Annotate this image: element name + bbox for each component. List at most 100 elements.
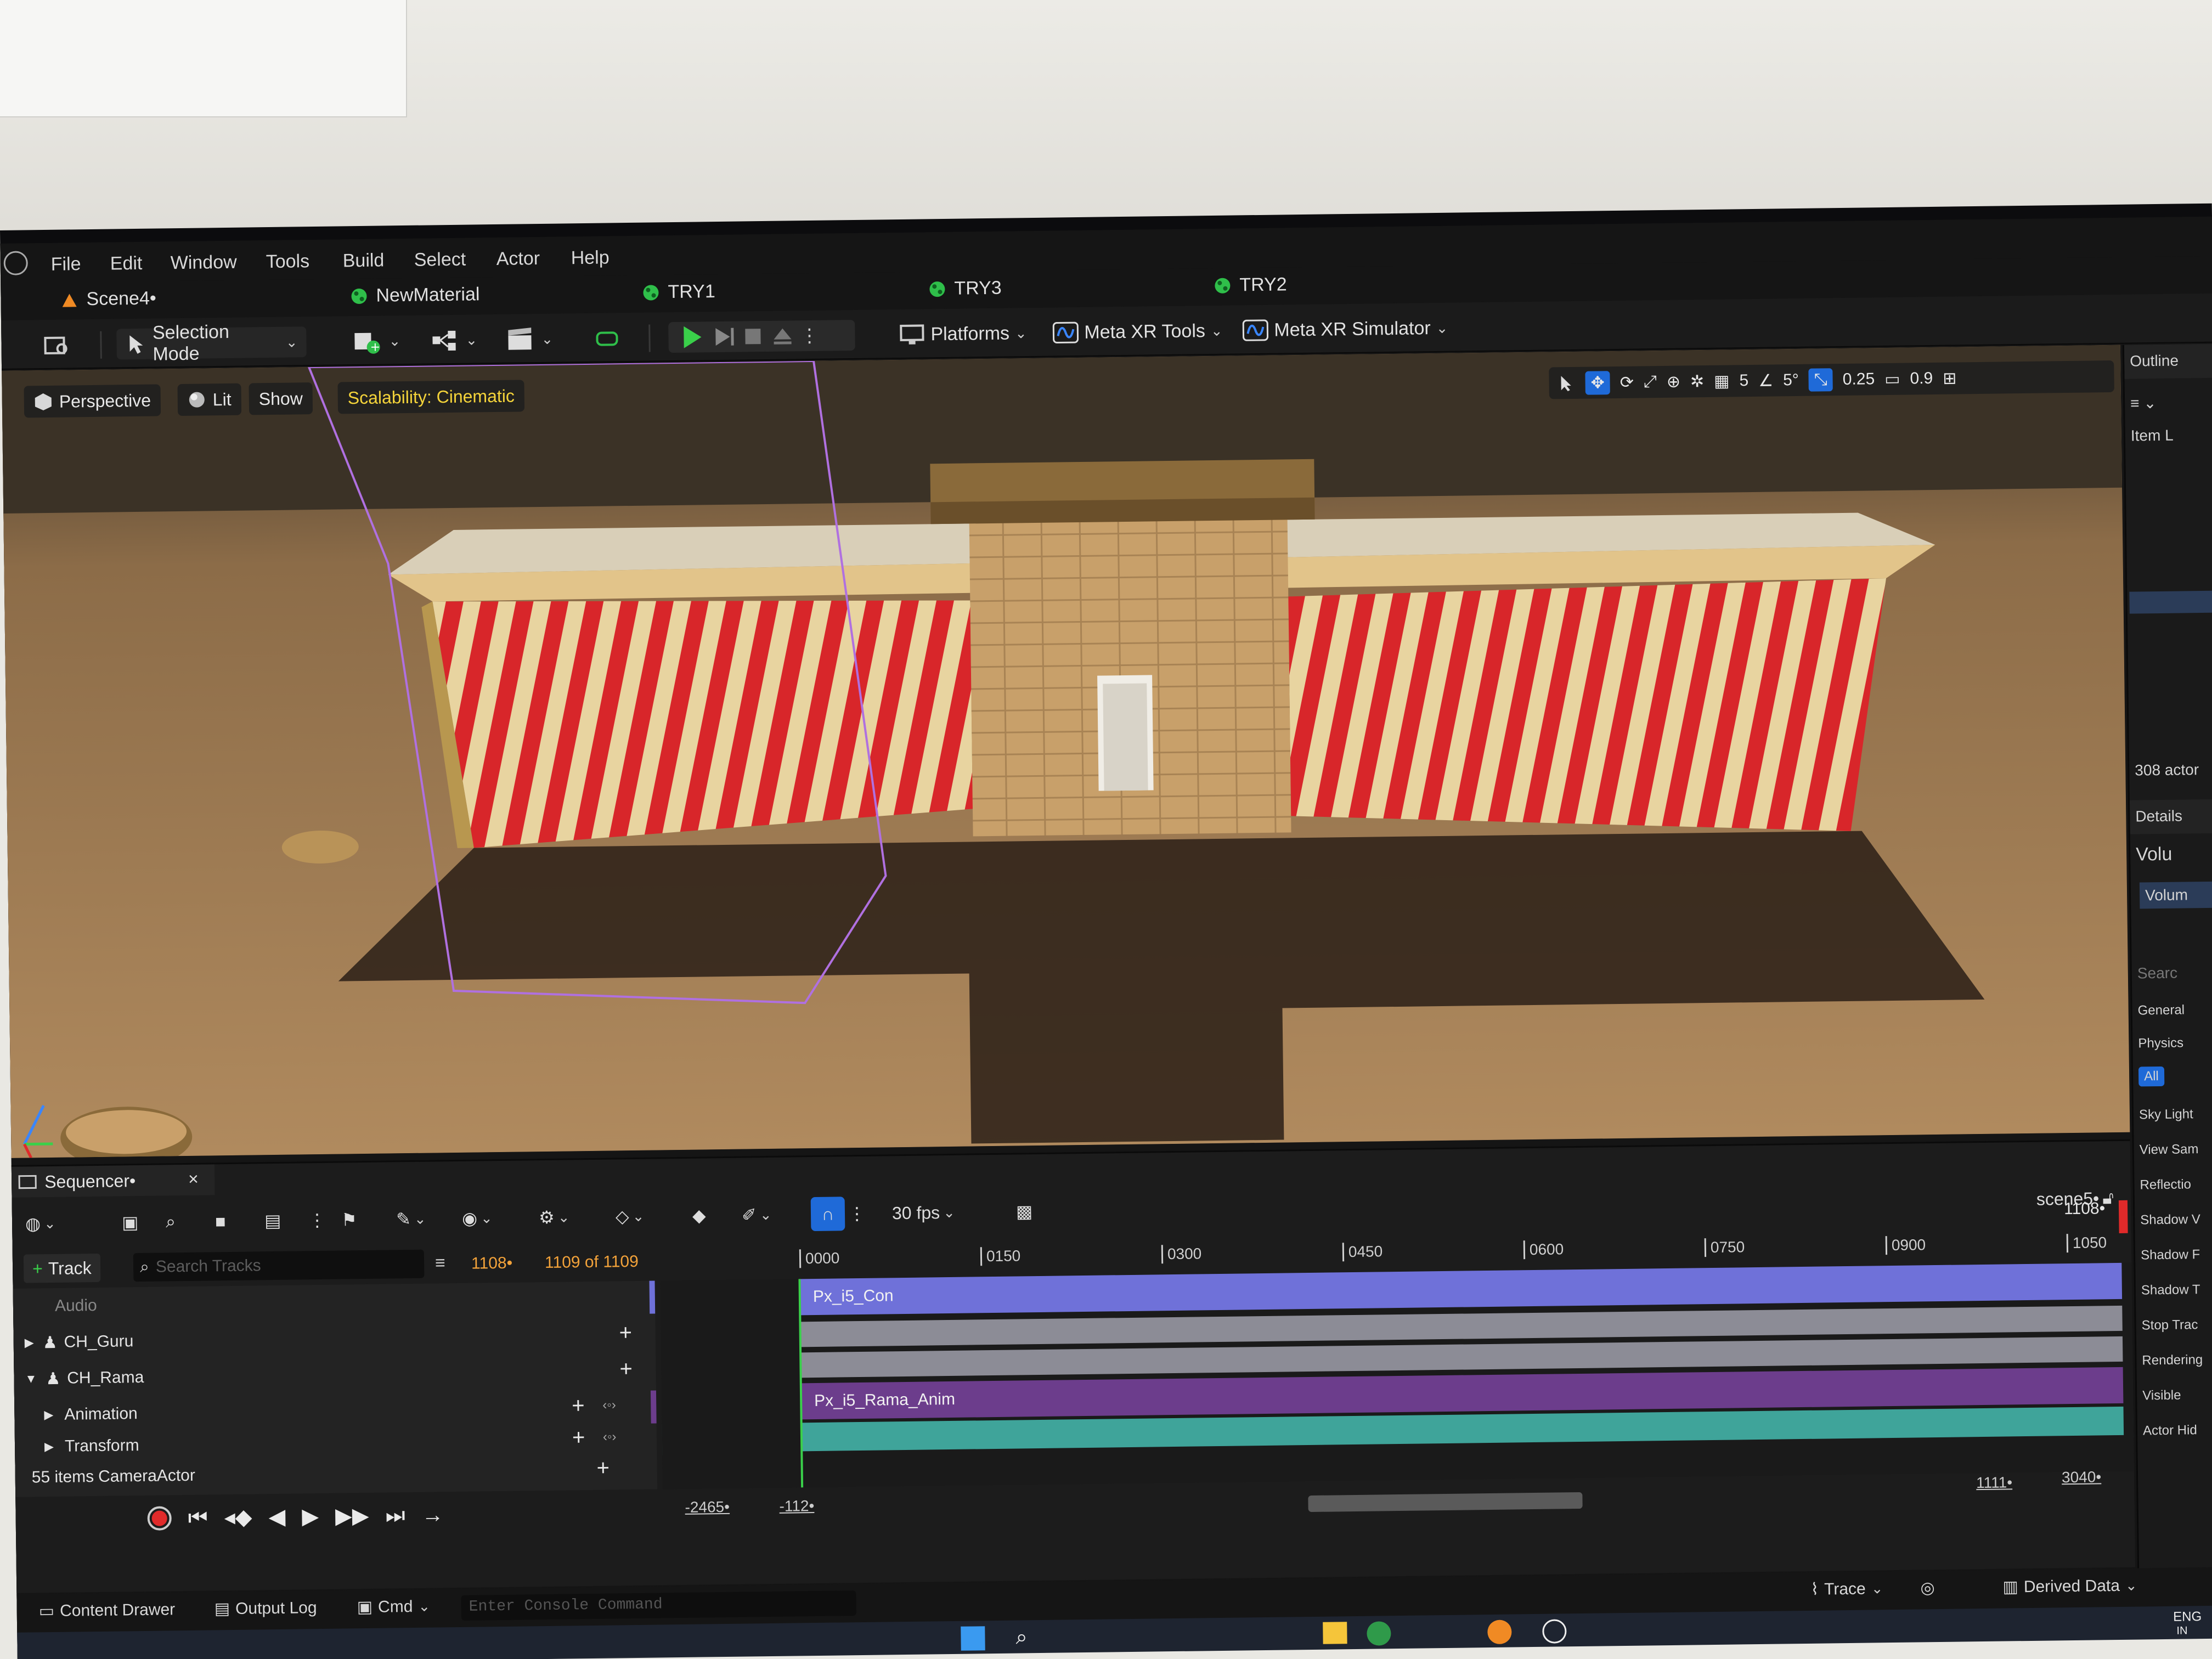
add-plus-icon[interactable]: + — [596, 1456, 610, 1481]
play-icon[interactable]: ▶ — [302, 1504, 319, 1529]
filter-icon[interactable]: ≡ ⌄ — [2130, 394, 2157, 413]
menu-help[interactable]: Help — [571, 247, 609, 269]
menu-window[interactable]: Window — [171, 252, 237, 274]
camera-speed-icon[interactable]: ▭ — [1884, 369, 1900, 388]
output-log-button[interactable]: ▤ Output Log — [215, 1598, 317, 1618]
scale-snap-icon[interactable]: ⤡ — [1808, 368, 1833, 392]
menu-file[interactable]: File — [51, 253, 81, 275]
filter-icon[interactable]: ≡ — [435, 1252, 445, 1273]
menu-tools[interactable]: Tools — [266, 251, 310, 273]
tools-dropdown[interactable]: ✎ ⌄ — [396, 1204, 426, 1235]
add-plus-icon[interactable]: + — [572, 1425, 585, 1450]
working-range-end[interactable]: 1111• — [1976, 1474, 2012, 1492]
expand-arrow-icon[interactable]: ▶ — [44, 1440, 54, 1454]
rotate-icon[interactable]: ⟳ — [1620, 373, 1634, 392]
save-button[interactable]: ▣ — [122, 1207, 139, 1238]
sequencer-tab[interactable]: Sequencer• — [11, 1164, 215, 1198]
platforms-dropdown[interactable]: Platforms ⌄ — [899, 318, 1027, 350]
render-button[interactable]: ■ — [215, 1206, 226, 1237]
viewport-perspective-button[interactable]: Perspective — [24, 384, 161, 418]
cmd-dropdown[interactable]: ▣ Cmd ⌄ — [357, 1597, 431, 1617]
details-title[interactable]: Details — [2135, 807, 2182, 825]
step-forward-icon[interactable]: ▶▶ — [335, 1503, 369, 1529]
add-track-button[interactable]: + Track — [23, 1253, 100, 1283]
previous-key-icon[interactable]: ◂◆ — [224, 1505, 252, 1531]
blender-icon[interactable] — [1487, 1620, 1512, 1645]
selection-mode-dropdown[interactable]: Selection Mode ⌄ — [116, 321, 307, 365]
curve-editor-button[interactable]: ▩ — [1016, 1196, 1033, 1227]
timeline-scrollbar[interactable] — [1308, 1492, 1583, 1513]
tab-scene4[interactable]: Scene4• — [60, 288, 156, 311]
snap-toggle[interactable]: ∩ ⋮ — [810, 1197, 866, 1232]
tab-try1[interactable]: TRY1 — [641, 281, 715, 303]
details-search-input[interactable]: Searc — [2137, 964, 2178, 983]
level-viewport[interactable]: Perspective Lit Show Scalability: Cinema… — [2, 345, 2130, 1158]
content-drawer-button[interactable]: ▭ Content Drawer — [39, 1600, 176, 1621]
track-row-camera[interactable]: 55 items CameraActor — [15, 1452, 657, 1496]
viewport-show-button[interactable]: Show — [249, 382, 313, 415]
select-cursor-icon[interactable] — [1556, 374, 1575, 392]
auto-key-button[interactable]: ◆ — [692, 1200, 706, 1231]
viewport-layout-icon[interactable]: ⊞ — [1943, 369, 1957, 388]
filter-all[interactable]: All — [2138, 1066, 2165, 1087]
chrome-icon[interactable] — [1367, 1621, 1391, 1646]
current-frame-field[interactable]: 1108• — [471, 1254, 512, 1273]
advance-frame-icon[interactable] — [711, 325, 736, 349]
start-icon[interactable] — [961, 1626, 985, 1651]
blueprints-button[interactable]: ⌄ — [430, 324, 477, 356]
cinematics-button[interactable]: ⌄ — [506, 324, 553, 355]
key-nav-icon[interactable]: ‹◦› — [603, 1429, 617, 1444]
details-component-row[interactable]: Volum — [2139, 881, 2212, 909]
grid-snap-value[interactable]: 5 — [1739, 371, 1748, 390]
surface-snap-icon[interactable]: ✲ — [1690, 372, 1705, 391]
expand-arrow-icon[interactable]: ▶ — [25, 1335, 34, 1350]
derived-data-dropdown[interactable]: ▥ Derived Data ⌄ — [2002, 1576, 2137, 1597]
add-plus-icon[interactable]: + — [619, 1321, 632, 1345]
menu-actor[interactable]: Actor — [496, 248, 540, 270]
key-nav-icon[interactable]: ‹◦› — [602, 1397, 616, 1413]
actor-to-sequencer-button[interactable]: ⚑ — [341, 1204, 357, 1235]
add-plus-icon[interactable]: + — [572, 1393, 585, 1418]
key-dropdown[interactable]: ◇ ⌄ — [616, 1201, 645, 1232]
filter-general[interactable]: General — [2137, 1002, 2185, 1018]
expand-arrow-icon[interactable]: ▶ — [44, 1408, 53, 1422]
jump-to-start-icon[interactable]: ⏮ — [188, 1505, 208, 1530]
viewport-lit-button[interactable]: Lit — [177, 383, 241, 416]
eject-icon[interactable] — [770, 324, 795, 348]
meta-xr-simulator-dropdown[interactable]: Meta XR Simulator ⌄ — [1242, 313, 1448, 346]
search-tracks-input[interactable]: ⌕ Search Tracks — [133, 1249, 425, 1282]
meta-xr-tools-dropdown[interactable]: Meta XR Tools ⌄ — [1052, 315, 1223, 348]
translate-icon[interactable]: ✥ — [1585, 370, 1611, 395]
find-button[interactable]: ⌕ — [166, 1206, 176, 1237]
edit-mode-dropdown[interactable]: ✐ ⌄ — [742, 1199, 772, 1231]
mode-button[interactable] — [594, 323, 620, 354]
record-button[interactable] — [147, 1506, 172, 1531]
view-range-start[interactable]: -2465• — [685, 1498, 730, 1516]
console-command-input[interactable]: Enter Console Command — [461, 1590, 856, 1621]
rotation-snap-icon[interactable]: ∠ — [1758, 371, 1773, 390]
clapper-button[interactable]: ▤ — [264, 1205, 281, 1236]
end-marker[interactable] — [2118, 1200, 2128, 1233]
world-local-icon[interactable]: ⊕ — [1667, 372, 1681, 391]
grid-snap-icon[interactable]: ▦ — [1714, 371, 1730, 391]
collapse-arrow-icon[interactable]: ▼ — [25, 1372, 37, 1386]
unreal-taskbar-icon[interactable] — [1542, 1619, 1567, 1644]
menu-build[interactable]: Build — [342, 250, 384, 272]
rotation-snap-value[interactable]: 5° — [1783, 371, 1799, 390]
jump-to-end-icon[interactable]: ⏭ — [385, 1503, 405, 1528]
scale-snap-value[interactable]: 0.25 — [1843, 370, 1875, 389]
view-range-end[interactable]: 3040• — [2062, 1468, 2101, 1486]
scalability-badge[interactable]: Scalability: Cinematic — [337, 380, 525, 414]
language-indicator[interactable]: ENG — [2173, 1609, 2202, 1625]
play-icon[interactable] — [677, 323, 706, 352]
filter-physics[interactable]: Physics — [2138, 1035, 2183, 1051]
search-icon[interactable]: ⌕ — [1015, 1626, 1028, 1649]
camera-speed-value[interactable]: 0.9 — [1910, 369, 1933, 388]
working-range-start[interactable]: -112• — [779, 1497, 814, 1515]
menu-edit[interactable]: Edit — [110, 253, 143, 275]
fps-dropdown[interactable]: 30 fps ⌄ — [892, 1197, 956, 1228]
close-icon[interactable]: × — [188, 1169, 199, 1189]
step-back-icon[interactable]: ◀ — [268, 1504, 285, 1530]
tab-newmaterial[interactable]: NewMaterial — [349, 284, 480, 307]
browse-button[interactable] — [43, 329, 71, 360]
